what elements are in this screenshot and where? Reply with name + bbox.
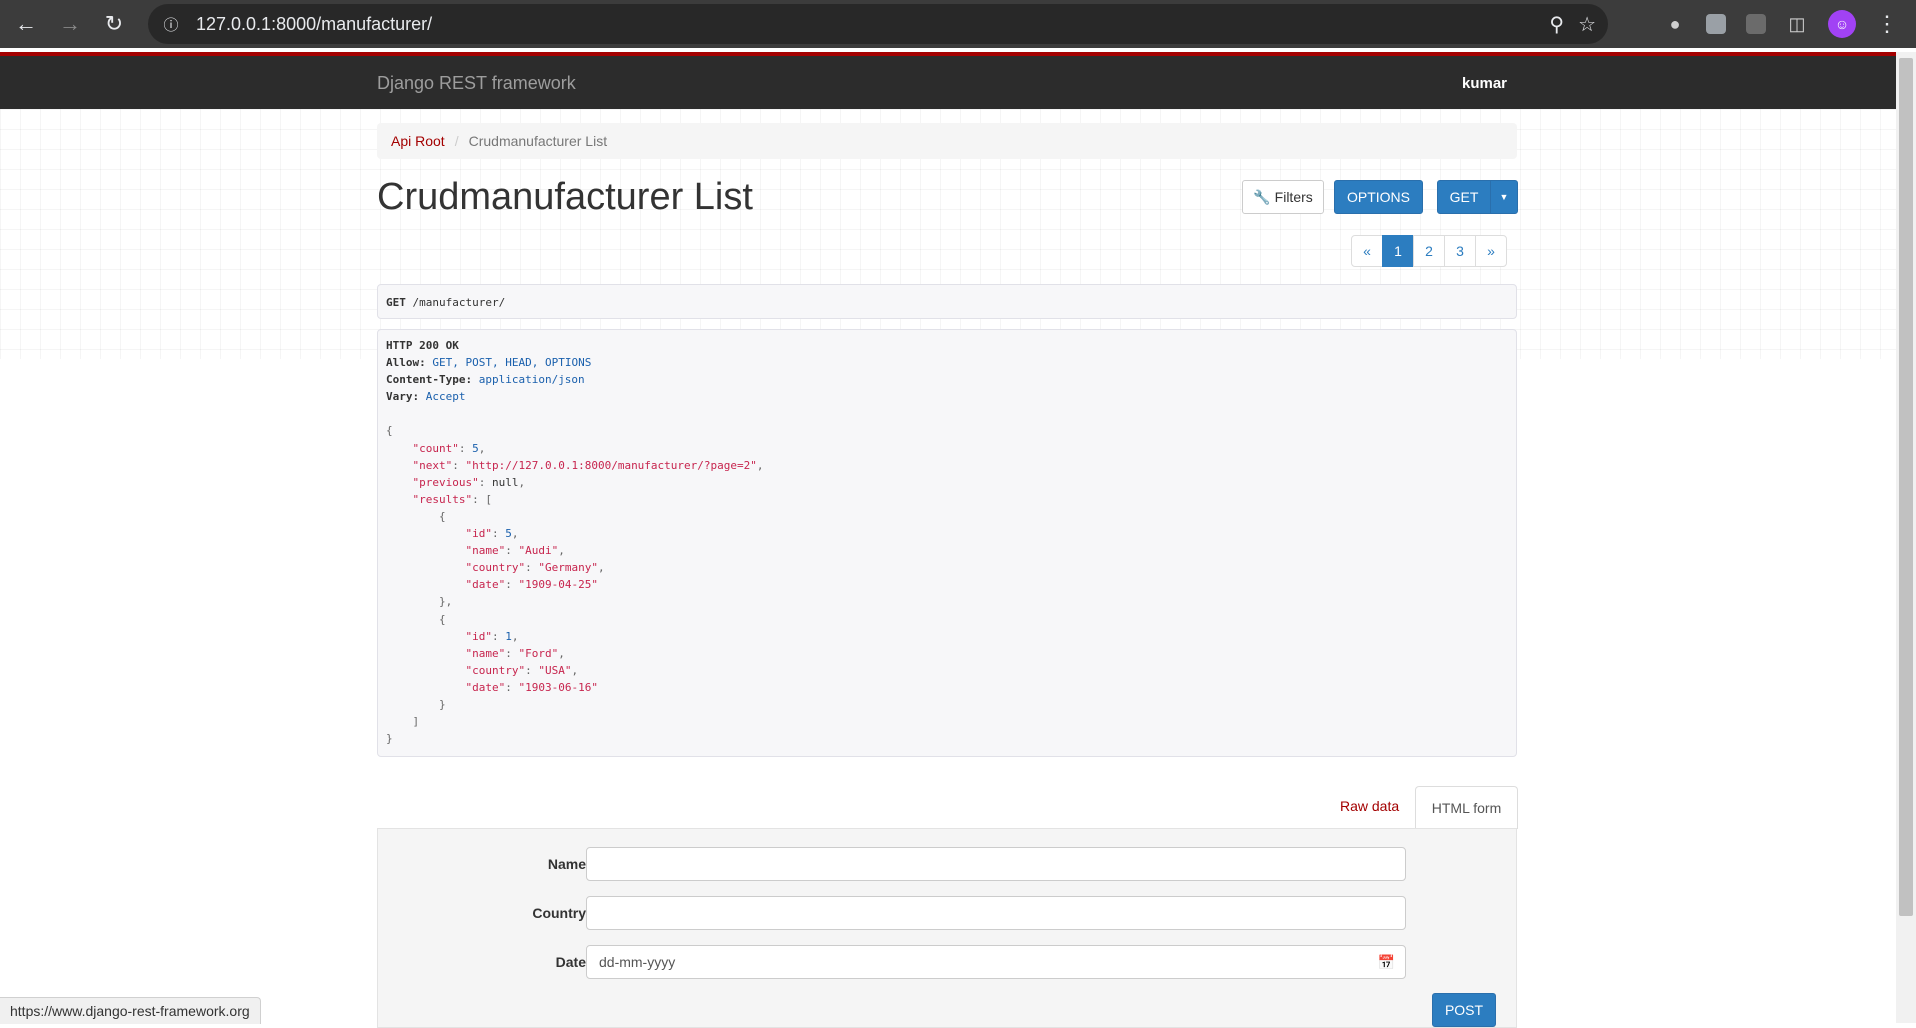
forward-icon[interactable]: → — [52, 6, 88, 42]
extension-icon-1[interactable]: ● — [1664, 13, 1686, 35]
breadcrumb: Api Root / Crudmanufacturer List — [377, 123, 1517, 159]
pagination: « 1 2 3 » — [1351, 235, 1507, 267]
star-icon[interactable]: ☆ — [1578, 12, 1596, 37]
post-button[interactable]: POST — [1432, 993, 1496, 1027]
name-input[interactable] — [586, 847, 1406, 881]
breadcrumb-current: Crudmanufacturer List — [468, 133, 608, 149]
vary-value: Accept — [425, 390, 466, 404]
status-bar-text: https://www.django-rest-framework.org — [10, 1003, 250, 1019]
reload-icon[interactable]: ↻ — [96, 6, 132, 42]
extensions-icon[interactable]: ◫ — [1786, 13, 1808, 35]
request-path: /manufacturer/ — [412, 296, 506, 309]
navbar-user[interactable]: kumar — [1462, 75, 1507, 92]
back-icon[interactable]: ← — [8, 6, 44, 42]
extensions-area: ● ◫ ☺ ⋮ — [1664, 4, 1916, 44]
json-result-date: "1909-04-25" — [518, 578, 598, 592]
extension-icon-2[interactable] — [1706, 14, 1726, 34]
json-previous: null — [491, 475, 519, 489]
status-bar-url: https://www.django-rest-framework.org — [0, 997, 261, 1024]
post-label: POST — [1444, 1002, 1484, 1018]
json-result-name: "Ford" — [518, 646, 559, 660]
get-button[interactable]: GET — [1437, 180, 1491, 214]
content-type-label: Content-Type: — [386, 373, 473, 387]
request-info: GET /manufacturer/ — [377, 284, 1517, 319]
json-result-id: 5 — [505, 527, 512, 541]
post-form: Name Country Date dd-mm-yyyy 📅 POST — [377, 828, 1517, 1028]
profile-avatar[interactable]: ☺ — [1828, 10, 1856, 38]
info-icon[interactable]: ⓘ — [156, 9, 186, 39]
response-info: HTTP 200 OK Allow: GET, POST, HEAD, OPTI… — [377, 329, 1517, 757]
country-label: Country — [532, 905, 586, 921]
json-result-id: 1 — [505, 629, 512, 643]
address-bar[interactable]: ⓘ 127.0.0.1:8000/manufacturer/ ⚲ ☆ — [148, 4, 1608, 44]
calendar-icon[interactable]: 📅 — [1378, 954, 1395, 971]
pagination-page-2[interactable]: 2 — [1413, 235, 1445, 267]
country-input[interactable] — [586, 896, 1406, 930]
json-result-date: "1903-06-16" — [518, 680, 598, 694]
json-count: 5 — [472, 441, 479, 455]
date-input[interactable]: dd-mm-yyyy 📅 — [586, 945, 1406, 979]
caret-down-icon: ▼ — [1499, 192, 1509, 202]
get-label: GET — [1449, 189, 1479, 205]
pagination-page-1[interactable]: 1 — [1382, 235, 1414, 267]
zoom-icon[interactable]: ⚲ — [1549, 12, 1564, 37]
tab-html-form[interactable]: HTML form — [1415, 786, 1518, 829]
options-label: OPTIONS — [1346, 189, 1410, 205]
date-placeholder: dd-mm-yyyy — [599, 954, 676, 970]
pagination-page-3[interactable]: 3 — [1444, 235, 1476, 267]
browser-toolbar: ← → ↻ ⓘ 127.0.0.1:8000/manufacturer/ ⚲ ☆… — [0, 0, 1916, 48]
json-next[interactable]: "http://127.0.0.1:8000/manufacturer/?pag… — [466, 459, 757, 472]
navbar-brand[interactable]: Django REST framework — [377, 73, 576, 94]
json-result-name: "Audi" — [518, 544, 559, 558]
filters-label: Filters — [1274, 189, 1313, 205]
json-result-country: "USA" — [538, 663, 572, 677]
tab-html-form-label: HTML form — [1431, 800, 1502, 816]
extension-icon-3[interactable] — [1746, 14, 1766, 34]
vary-label: Vary: — [386, 390, 420, 404]
allow-header-label: Allow: — [386, 356, 426, 370]
address-url[interactable]: 127.0.0.1:8000/manufacturer/ — [196, 14, 1549, 35]
wrench-icon: 🔧 — [1253, 188, 1271, 205]
get-format-dropdown[interactable]: ▼ — [1490, 180, 1518, 214]
page-title: Crudmanufacturer List — [377, 176, 753, 218]
allow-header-value: GET, POST, HEAD, OPTIONS — [432, 356, 592, 370]
json-result-country: "Germany" — [538, 561, 598, 575]
pagination-prev[interactable]: « — [1351, 235, 1383, 267]
navbar: Django REST framework kumar — [0, 56, 1896, 109]
tab-raw-data[interactable]: Raw data — [1340, 798, 1399, 814]
options-button[interactable]: OPTIONS — [1334, 180, 1423, 214]
date-label: Date — [555, 954, 586, 970]
pagination-next[interactable]: » — [1475, 235, 1507, 267]
menu-icon[interactable]: ⋮ — [1876, 11, 1898, 37]
scrollbar-thumb[interactable] — [1899, 58, 1913, 916]
name-label: Name — [547, 856, 586, 872]
request-method: GET — [386, 296, 406, 309]
breadcrumb-separator: / — [454, 133, 459, 149]
breadcrumb-api-root[interactable]: Api Root — [391, 133, 445, 149]
response-status: HTTP 200 OK — [386, 339, 459, 352]
content-type-value: application/json — [478, 373, 585, 387]
filters-button[interactable]: 🔧 Filters — [1242, 180, 1324, 214]
